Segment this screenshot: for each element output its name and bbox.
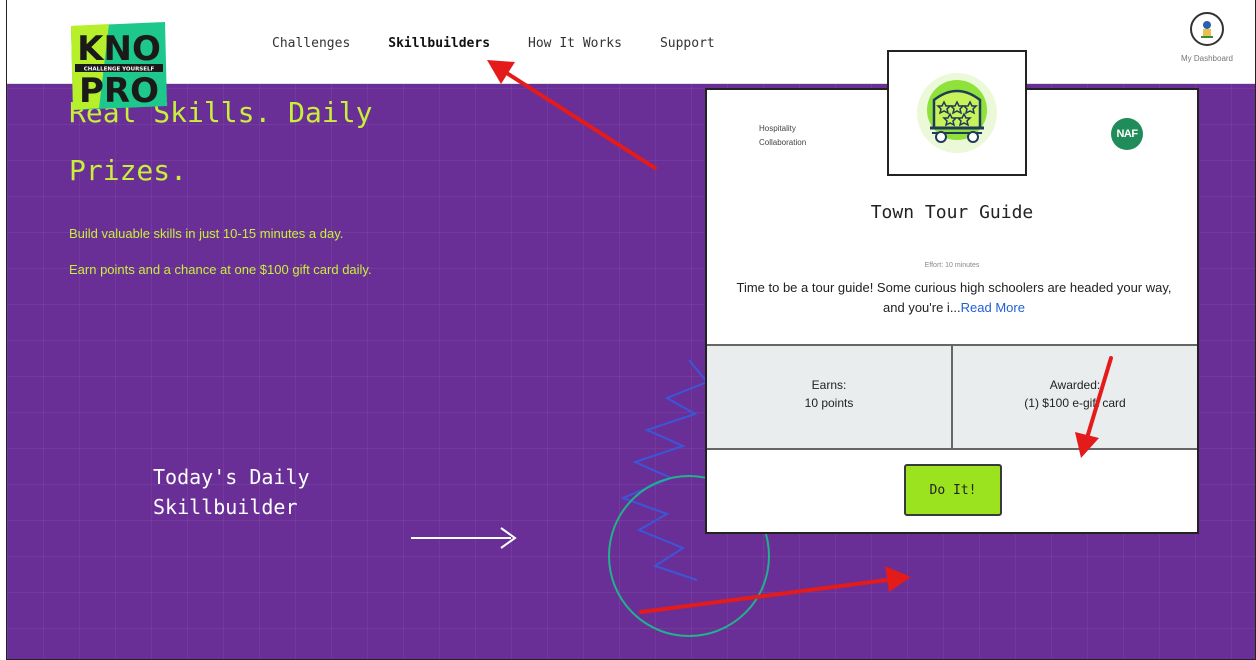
page-frame: Challenges Skillbuilders How It Works Su… bbox=[6, 0, 1256, 660]
awarded-stat: Awarded: (1) $100 e-gift card bbox=[951, 346, 1197, 448]
org-line1: Hospitality bbox=[759, 124, 796, 133]
org-line2: Collaboration bbox=[759, 138, 807, 147]
read-more-link[interactable]: Read More bbox=[961, 300, 1025, 315]
logo-text-top: KNO bbox=[77, 29, 161, 69]
naf-logo-icon: NAF bbox=[1111, 118, 1143, 150]
logo-text-bottom: PRO bbox=[79, 71, 159, 110]
awarded-value: (1) $100 e-gift card bbox=[1024, 396, 1126, 410]
earns-label: Earns: bbox=[811, 378, 847, 392]
knopro-logo[interactable]: KNO CHALLENGE YOURSELF PRO bbox=[69, 22, 169, 111]
effort-label: Effort: 10 minutes bbox=[924, 262, 980, 269]
earns-value: 10 points bbox=[804, 396, 854, 410]
badge-frame bbox=[887, 50, 1027, 176]
card-description: Time to be a tour guide! Some curious hi… bbox=[729, 278, 1179, 318]
description-text: Time to be a tour guide! Some curious hi… bbox=[736, 280, 1172, 315]
skillbuilder-card: Hospitality Collaboration NAF Town Tour … bbox=[705, 50, 1199, 534]
card-stats: Earns: 10 points Awarded: (1) $100 e-gif… bbox=[707, 344, 1197, 450]
organization-name: Hospitality Collaboration bbox=[759, 122, 839, 150]
earns-stat: Earns: 10 points bbox=[707, 346, 951, 448]
trolley-badge-icon bbox=[917, 73, 997, 153]
card-title: Town Tour Guide bbox=[870, 202, 1034, 223]
do-it-button[interactable]: Do It! bbox=[904, 464, 1002, 516]
awarded-label: Awarded: bbox=[1049, 378, 1101, 392]
